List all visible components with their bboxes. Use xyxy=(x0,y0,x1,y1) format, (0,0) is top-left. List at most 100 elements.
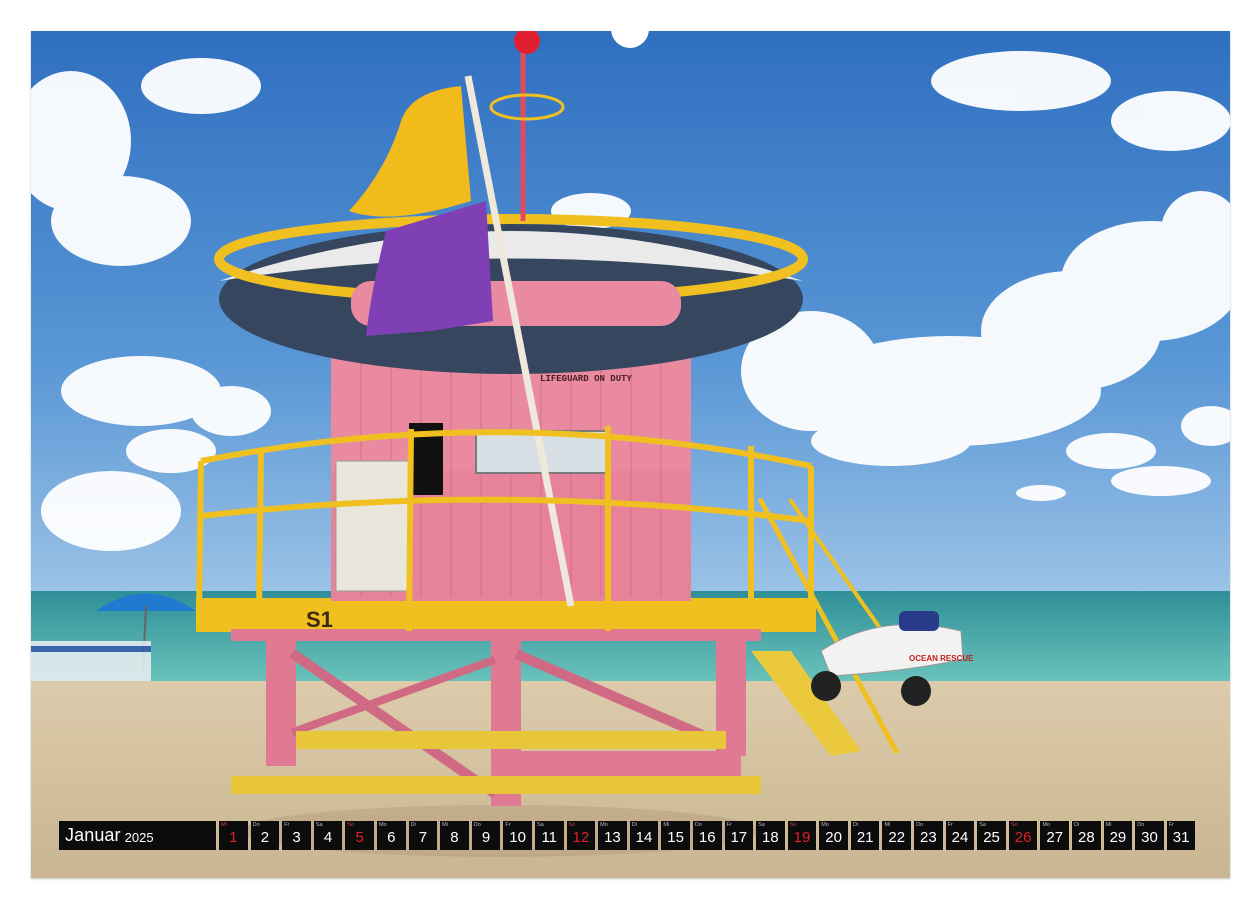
day-number: 14 xyxy=(635,829,653,846)
calendar-day: Mo 6 xyxy=(376,821,406,850)
calendar-day: Do 9 xyxy=(471,821,501,850)
tower-deck xyxy=(196,598,816,632)
weekday-label: Fr xyxy=(505,822,511,828)
weekday-label: Mo xyxy=(378,822,387,828)
calendar-day: Do 23 xyxy=(914,821,943,850)
calendar-day: Mi 29 xyxy=(1103,821,1133,850)
weekday-label: So xyxy=(347,822,355,828)
month-label: Januar 2025 xyxy=(59,821,216,850)
day-number: 6 xyxy=(387,829,396,846)
weekday-label: So xyxy=(568,822,576,828)
day-number: 1 xyxy=(229,829,238,846)
weekday-label: Do xyxy=(1137,822,1145,828)
month-name: Januar xyxy=(65,825,121,845)
calendar-day: Mi 22 xyxy=(882,821,912,850)
day-number: 2 xyxy=(260,829,270,846)
calendar-photo: S1 LIFEGUARD ON DUTY OCEAN RESCUE xyxy=(31,31,1230,878)
calendar-day: So 12 xyxy=(566,821,596,850)
day-number: 12 xyxy=(572,829,590,846)
calendar-day: Fr 24 xyxy=(945,821,975,850)
day-number: 30 xyxy=(1141,829,1158,846)
calendar-day: Sa 4 xyxy=(313,821,343,850)
calendar-day: Do 16 xyxy=(692,821,722,850)
day-number: 15 xyxy=(667,829,684,846)
calendar-day: Do 30 xyxy=(1135,821,1164,850)
day-number: 26 xyxy=(1014,829,1032,846)
weekday-label: Mo xyxy=(821,822,829,828)
tower-number: S1 xyxy=(306,607,333,632)
weekday-label: Do xyxy=(473,822,481,828)
day-number: 11 xyxy=(541,829,558,846)
day-number: 27 xyxy=(1046,829,1064,846)
day-number: 22 xyxy=(888,829,906,846)
day-number: 7 xyxy=(418,829,428,846)
calendar-day: Fr 10 xyxy=(503,821,532,850)
day-number: 29 xyxy=(1109,829,1127,846)
day-number: 25 xyxy=(983,829,1000,846)
calendar-day: Mi 8 xyxy=(440,821,469,850)
calendar-day: Mo 13 xyxy=(598,821,627,850)
calendar-day: So 26 xyxy=(1008,821,1038,850)
weekday-label: Fr xyxy=(1168,822,1175,828)
weekday-label: Sa xyxy=(536,822,544,828)
calendar-day: Mi 1 xyxy=(219,821,248,850)
calendar-day: So 5 xyxy=(345,821,374,850)
calendar-day: Fr 17 xyxy=(724,821,754,850)
weekday-label: Fr xyxy=(726,822,732,828)
tower-sign: LIFEGUARD ON DUTY xyxy=(540,374,632,384)
day-number: 24 xyxy=(951,829,969,846)
weekday-label: Mi xyxy=(884,822,891,828)
calendar-day: Mo 27 xyxy=(1040,821,1070,850)
calendar-day: Do 2 xyxy=(250,821,280,850)
day-number: 23 xyxy=(920,829,937,846)
weekday-label: Mo xyxy=(1042,822,1051,828)
weekday-label: Di xyxy=(1074,822,1080,828)
weekday-label: Mi xyxy=(1105,822,1112,828)
calendar-day: So 19 xyxy=(787,821,817,850)
day-number: 16 xyxy=(698,829,716,846)
weekday-label: Sa xyxy=(979,822,986,828)
calendar-day: Sa 11 xyxy=(534,821,564,850)
month-year: 2025 xyxy=(124,829,154,845)
calendar-day: Di 7 xyxy=(408,821,438,850)
calendar-day: Di 14 xyxy=(629,821,659,850)
weekday-label: Fr xyxy=(947,822,953,828)
weekday-label: Fr xyxy=(284,822,290,828)
day-number: 20 xyxy=(825,829,842,846)
day-number: 5 xyxy=(355,829,364,846)
calendar-day: Di 28 xyxy=(1072,821,1101,850)
weekday-label: Sa xyxy=(315,822,323,828)
weekday-label: Di xyxy=(631,822,637,828)
day-number: 9 xyxy=(481,829,491,846)
weekday-label: Di xyxy=(852,822,859,828)
day-number: 18 xyxy=(762,829,779,846)
weekday-label: Do xyxy=(916,822,924,828)
day-number: 10 xyxy=(509,829,526,846)
weekday-label: Do xyxy=(694,822,702,828)
weekday-label: Do xyxy=(252,822,260,828)
calendar-day-strip: Januar 2025 Mi 1 Do 2 Fr 3 Sa 4 So 5 Mo 6 Di 7 Mi 8 Do 9 F… xyxy=(59,821,1196,850)
weekday-label: So xyxy=(1010,822,1018,828)
weekday-label: Di xyxy=(410,822,416,828)
calendar-day: Fr 3 xyxy=(282,821,311,850)
calendar-day: Mi 15 xyxy=(661,821,690,850)
day-number: 19 xyxy=(793,829,811,846)
day-number: 17 xyxy=(730,829,748,846)
weekday-label: Mi xyxy=(663,822,670,828)
calendar-day: Mo 20 xyxy=(819,821,848,850)
calendar-day: Sa 18 xyxy=(756,821,785,850)
weekday-label: So xyxy=(789,822,797,828)
day-number: 28 xyxy=(1077,829,1095,846)
weekday-label: Mi xyxy=(221,822,227,828)
day-number: 3 xyxy=(292,829,301,846)
calendar-day: Sa 25 xyxy=(977,821,1006,850)
day-number: 8 xyxy=(450,829,459,846)
calendar-day: Di 21 xyxy=(850,821,880,850)
jetski-text: OCEAN RESCUE xyxy=(909,654,974,663)
calendar-day: Fr 31 xyxy=(1166,821,1196,850)
day-number: 31 xyxy=(1172,829,1190,846)
day-number: 4 xyxy=(323,829,333,846)
lifeguard-tower-scene: S1 LIFEGUARD ON DUTY OCEAN RESCUE xyxy=(31,31,1230,878)
day-number: 13 xyxy=(604,829,621,846)
weekday-label: Sa xyxy=(758,822,765,828)
